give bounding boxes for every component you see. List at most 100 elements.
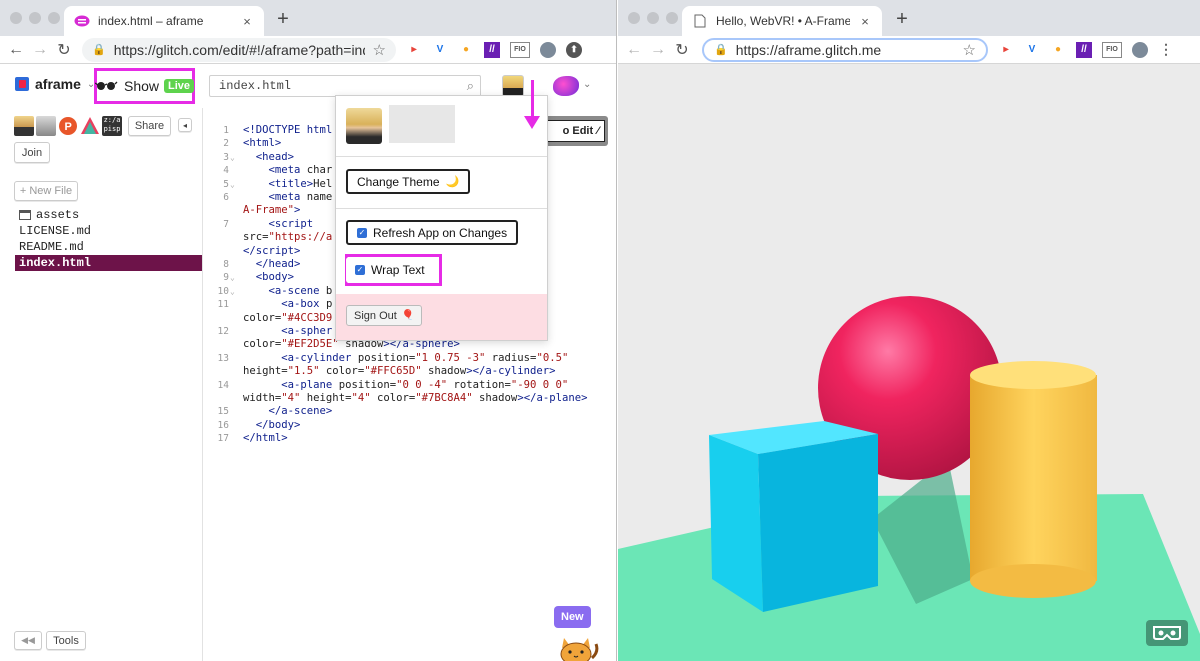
forward-icon[interactable]: → <box>646 41 670 59</box>
code-line[interactable]: 17 </html> <box>203 432 616 445</box>
menu-divider <box>336 208 547 209</box>
file-item-license[interactable]: LICENSE.md <box>15 223 202 239</box>
join-button[interactable]: Join <box>14 142 50 163</box>
minimize-window-button[interactable] <box>647 12 659 24</box>
vr-mode-button[interactable] <box>1146 620 1188 646</box>
aframe-scene[interactable] <box>618 64 1200 661</box>
extension-purple-icon[interactable]: // <box>484 41 500 58</box>
rewind-icon[interactable]: ◀◀ <box>14 631 42 650</box>
cat-mascot-icon[interactable] <box>558 634 600 661</box>
account-chevron-down-icon[interactable]: ⌄ <box>583 79 591 90</box>
code-text: </body> <box>255 418 301 431</box>
forward-icon[interactable]: → <box>28 41 52 59</box>
refresh-app-toggle[interactable]: ✓ Refresh App on Changes <box>346 220 519 245</box>
collapse-sidebar-icon[interactable]: ◂ <box>178 118 192 132</box>
new-tab-button[interactable]: + <box>890 8 914 31</box>
line-number: 9 <box>223 272 229 284</box>
profile-avatar[interactable] <box>540 41 556 58</box>
annotation-arrow-head <box>524 116 540 129</box>
extension-orange-icon[interactable]: ● <box>1050 42 1066 58</box>
code-text: color="#4CC3D9 <box>243 311 333 324</box>
fold-icon[interactable]: ⌄ <box>230 178 235 191</box>
file-search-input[interactable]: index.html ⌕ <box>209 75 481 97</box>
extension-orange-icon[interactable]: ● <box>458 42 474 58</box>
glitch-logo-icon[interactable] <box>553 76 579 96</box>
menu-user-name-placeholder[interactable] <box>389 105 455 143</box>
bookmark-star-icon[interactable]: ☆ <box>373 41 386 59</box>
fold-icon[interactable]: ⌄ <box>230 285 235 298</box>
reload-icon[interactable]: ↻ <box>670 40 694 60</box>
share-button[interactable]: Share <box>128 116 171 136</box>
code-line[interactable]: width="4" height="4" color="#7BC8A4" sha… <box>203 392 616 405</box>
address-bar[interactable]: 🔒 https://glitch.com/edit/#!/aframe?path… <box>82 37 396 62</box>
box <box>709 421 878 612</box>
extension-v-icon[interactable]: V <box>432 42 448 58</box>
show-live-button[interactable]: Show Live <box>94 68 195 104</box>
code-line[interactable]: 13 <a-cylinder position="1 0.75 -3" radi… <box>203 352 616 365</box>
fold-icon[interactable]: ⌄ <box>230 271 235 284</box>
collaborator-avatar[interactable]: z:/a pisp <box>102 116 122 136</box>
back-icon[interactable]: ← <box>622 41 646 59</box>
tools-button[interactable]: Tools <box>46 631 86 650</box>
aframe-preview-window: Hello, WebVR! • A-Frame × + ← → ↻ 🔒 http… <box>618 0 1200 661</box>
menu-footer: Sign Out 🎈 <box>336 294 547 340</box>
browser-tab-preview[interactable]: Hello, WebVR! • A-Frame × <box>682 6 882 36</box>
tab-close-icon[interactable]: × <box>858 14 872 29</box>
extension-fio-icon[interactable]: FIO <box>1102 41 1122 58</box>
minimize-window-button[interactable] <box>29 12 41 24</box>
maximize-window-button[interactable] <box>666 12 678 24</box>
menu-dots-icon[interactable]: ⋮ <box>1158 41 1174 58</box>
file-name: index.html <box>19 256 92 270</box>
svg-text:P: P <box>65 121 72 133</box>
edit-button[interactable]: o Edit ⁄ <box>540 116 608 146</box>
collaborator-avatars: P z:/a pisp <box>14 116 122 136</box>
update-icon[interactable]: ⬆ <box>566 41 582 58</box>
new-badge[interactable]: New <box>554 606 591 628</box>
extension-purple-icon[interactable]: // <box>1076 41 1092 58</box>
collaborator-avatar[interactable]: P <box>58 116 78 136</box>
back-icon[interactable]: ← <box>4 41 28 59</box>
extension-red-icon[interactable]: ▸ <box>406 42 422 58</box>
tab-close-icon[interactable]: × <box>240 14 254 29</box>
maximize-window-button[interactable] <box>48 12 60 24</box>
close-window-button[interactable] <box>628 12 640 24</box>
page-favicon-icon <box>692 13 708 29</box>
file-item-readme[interactable]: README.md <box>15 239 202 255</box>
wrap-text-toggle[interactable]: ✓ Wrap Text <box>346 257 434 283</box>
reload-icon[interactable]: ↻ <box>52 40 76 60</box>
code-line[interactable]: 14 <a-plane position="0 0 -4" rotation="… <box>203 379 616 392</box>
address-bar[interactable]: 🔒 https://aframe.glitch.me ☆ <box>702 37 988 62</box>
collaborator-avatar[interactable] <box>36 116 56 136</box>
bookmark-star-icon[interactable]: ☆ <box>963 41 976 59</box>
new-tab-button[interactable]: + <box>271 8 295 31</box>
collaborator-avatar[interactable] <box>14 116 34 136</box>
close-window-button[interactable] <box>10 12 22 24</box>
extension-fio-icon[interactable]: FIO <box>510 41 530 58</box>
extension-v-icon[interactable]: V <box>1024 42 1040 58</box>
file-item-assets[interactable]: assets <box>15 207 202 223</box>
project-menu[interactable]: aframe ⌄ <box>15 76 95 92</box>
file-item-index-html[interactable]: index.html <box>15 255 202 271</box>
code-text: <script <box>268 217 314 230</box>
line-number: 17 <box>217 433 229 445</box>
checkbox-checked-icon[interactable]: ✓ <box>355 265 365 275</box>
sign-out-button[interactable]: Sign Out 🎈 <box>346 305 423 326</box>
extension-red-icon[interactable]: ▸ <box>998 42 1014 58</box>
balloon-icon: 🎈 <box>401 310 415 321</box>
code-line[interactable]: 16 </body> <box>203 418 616 432</box>
change-theme-button[interactable]: Change Theme 🌙 <box>346 169 471 194</box>
browser-tab-editor[interactable]: index.html – aframe × <box>64 6 264 36</box>
menu-user-avatar[interactable] <box>346 108 382 144</box>
code-text: <!DOCTYPE html <box>243 124 333 136</box>
user-avatar[interactable] <box>502 75 524 97</box>
code-text: width="4" height="4" color="#7BC8A4" sha… <box>243 392 588 404</box>
code-line[interactable]: height="1.5" color="#FFC65D" shadow></a-… <box>203 365 616 378</box>
collaborator-avatar[interactable] <box>80 116 100 136</box>
profile-avatar[interactable] <box>1132 41 1148 58</box>
checkbox-checked-icon[interactable]: ✓ <box>357 227 367 238</box>
tab-strip: Hello, WebVR! • A-Frame × + <box>618 0 1200 36</box>
fold-icon[interactable]: ⌄ <box>230 151 235 164</box>
code-line[interactable]: 15 </a-scene> <box>203 405 616 418</box>
new-file-button[interactable]: + New File <box>14 181 78 201</box>
line-number: 15 <box>217 406 229 418</box>
